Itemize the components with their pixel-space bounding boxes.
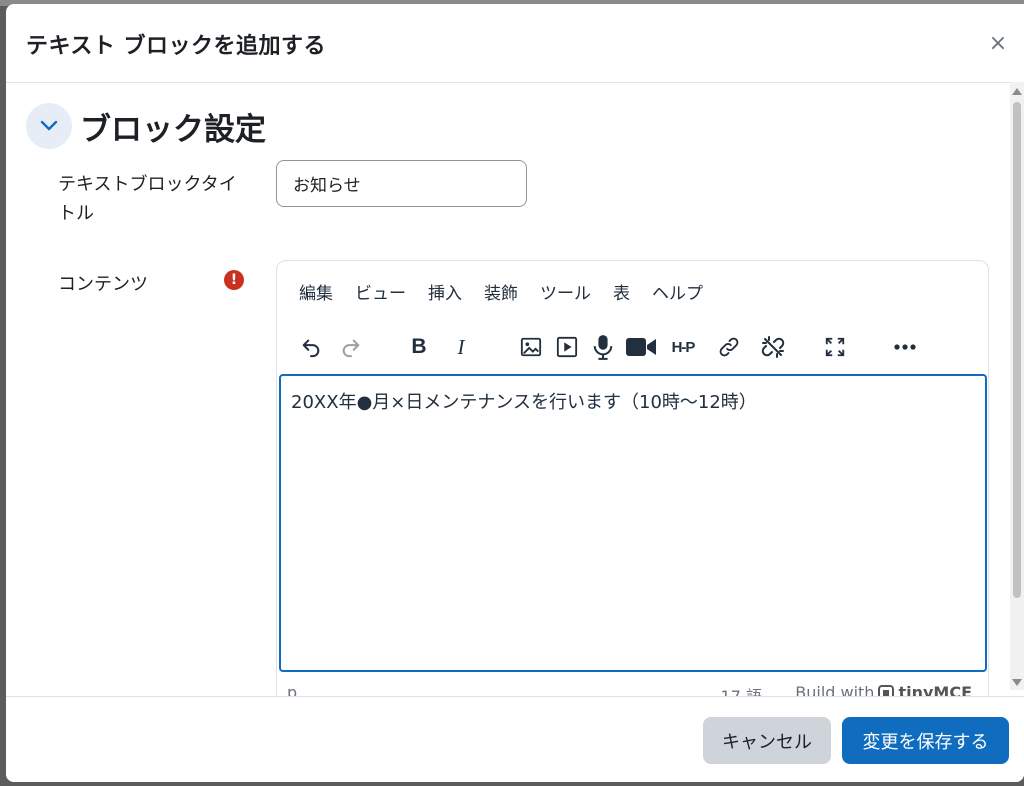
section-title: ブロック設定 xyxy=(80,111,266,148)
modal-header: テキスト ブロックを追加する × xyxy=(6,4,1024,83)
title-label-line2: トル xyxy=(58,203,94,224)
required-icon: ! xyxy=(224,270,244,290)
menu-help[interactable]: ヘルプ xyxy=(652,279,714,304)
word-count[interactable]: 17 語 xyxy=(721,683,762,696)
link-icon xyxy=(719,337,739,357)
undo-button[interactable] xyxy=(293,329,329,365)
modal-scrollbar[interactable] xyxy=(1010,82,1024,690)
editor-menubar: 編集 ビュー 挿入 装飾 ツール 表 ヘルプ xyxy=(299,279,725,304)
close-button[interactable]: × xyxy=(986,32,1010,56)
save-changes-button[interactable]: 変更を保存する xyxy=(842,717,1009,764)
fullscreen-icon xyxy=(825,337,845,357)
media-button[interactable] xyxy=(549,329,585,365)
image-button[interactable] xyxy=(513,329,549,365)
bold-button[interactable]: B xyxy=(401,329,437,365)
menu-insert[interactable]: 挿入 xyxy=(428,279,473,304)
more-icon xyxy=(894,344,916,350)
link-button[interactable] xyxy=(711,329,747,365)
menu-tools[interactable]: ツール xyxy=(540,279,602,304)
tinymce-branding[interactable]: Build with tinyMCE xyxy=(795,683,972,696)
scroll-thumb[interactable] xyxy=(1013,102,1021,598)
image-icon xyxy=(520,337,542,357)
editor-toolbar: B I H-P xyxy=(293,329,973,365)
editor-statusbar: p 17 語 Build with tinyMCE xyxy=(287,681,982,696)
video-camera-icon xyxy=(626,338,656,356)
menu-format[interactable]: 装飾 xyxy=(484,279,529,304)
cancel-button[interactable]: キャンセル xyxy=(703,717,831,764)
undo-icon xyxy=(302,339,320,358)
modal-footer: キャンセル 変更を保存する xyxy=(6,696,1024,782)
modal-body: ブロック設定 テキストブロックタイ トル コンテンツ ! 編集 ビュー 挿入 装… xyxy=(6,84,1024,696)
collapse-toggle-button[interactable] xyxy=(26,103,72,149)
section-header: ブロック設定 xyxy=(26,103,266,149)
italic-button[interactable]: I xyxy=(443,329,479,365)
modal-title: テキスト ブロックを追加する xyxy=(26,34,327,59)
record-video-button[interactable] xyxy=(621,329,661,365)
redo-icon xyxy=(342,339,360,358)
scroll-up-arrow-icon[interactable] xyxy=(1012,88,1022,95)
element-path[interactable]: p xyxy=(287,683,297,696)
unlink-button[interactable] xyxy=(755,329,791,365)
h5p-button[interactable]: H-P xyxy=(665,329,701,365)
add-text-block-modal: テキスト ブロックを追加する × ブロック設定 テキストブロックタイ トル コン… xyxy=(6,4,1024,782)
record-audio-button[interactable] xyxy=(585,329,621,365)
unlink-icon xyxy=(761,336,785,358)
rich-text-editor: 編集 ビュー 挿入 装飾 ツール 表 ヘルプ B I H-P 20XX年●月×日… xyxy=(276,260,989,696)
more-button[interactable] xyxy=(887,329,923,365)
tinymce-logo-icon xyxy=(878,684,895,696)
brand-name: tinyMCE xyxy=(898,683,972,696)
media-icon xyxy=(556,336,578,358)
redo-button[interactable] xyxy=(333,329,369,365)
content-paragraph: 20XX年●月×日メンテナンスを行います（10時〜12時） xyxy=(291,392,757,413)
content-field-label: コンテンツ xyxy=(58,274,148,295)
build-with-text: Build with xyxy=(795,683,875,696)
editor-content-area[interactable]: 20XX年●月×日メンテナンスを行います（10時〜12時） xyxy=(279,374,987,672)
menu-edit[interactable]: 編集 xyxy=(299,279,344,304)
menu-table[interactable]: 表 xyxy=(613,279,641,304)
scroll-down-arrow-icon[interactable] xyxy=(1012,679,1022,686)
title-label-line1: テキストブロックタイ xyxy=(58,174,237,195)
title-field-label: テキストブロックタイ トル xyxy=(58,170,237,228)
fullscreen-button[interactable] xyxy=(817,329,853,365)
block-title-input[interactable] xyxy=(276,160,527,207)
menu-view[interactable]: ビュー xyxy=(355,279,417,304)
microphone-icon xyxy=(593,335,613,360)
chevron-down-icon xyxy=(40,120,58,131)
